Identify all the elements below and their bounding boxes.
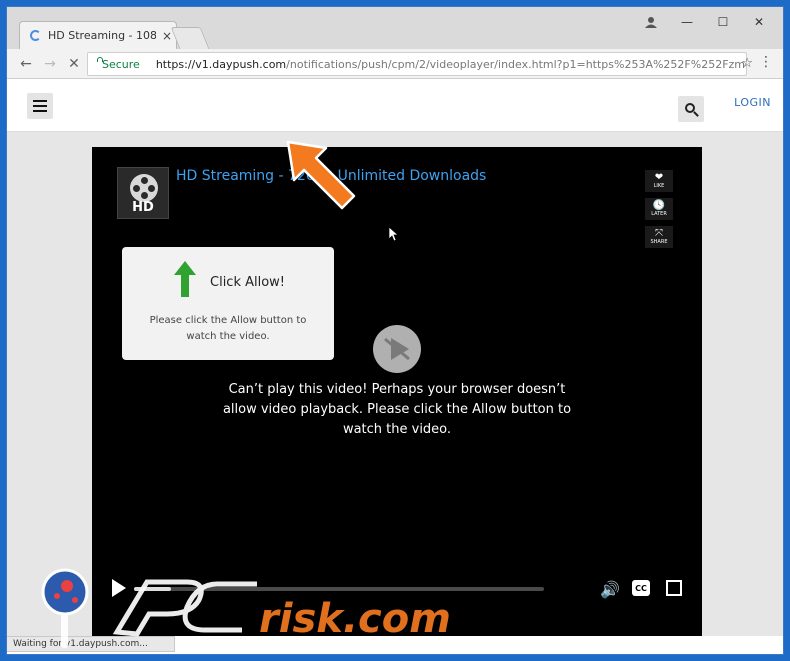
bookmark-star-icon[interactable]: ☆ <box>741 56 753 71</box>
svg-text:risk.com: risk.com <box>259 596 451 642</box>
maximize-button[interactable]: ☐ <box>705 11 741 33</box>
hd-label: HD <box>132 200 154 215</box>
allow-title: Click Allow! <box>210 275 286 290</box>
url-host: https://v1.daypush.com <box>155 57 287 71</box>
pcrisk-logo-watermark: risk.com <box>41 568 451 648</box>
minimize-button[interactable]: — <box>669 11 705 33</box>
window-controls: — ☐ ✕ <box>633 11 777 33</box>
allow-description: Please click the Allow button to watch t… <box>149 315 307 342</box>
login-link[interactable]: LOGIN <box>734 96 771 109</box>
clock-icon: 🕓 <box>652 200 666 211</box>
share-label: SHARE <box>650 239 668 245</box>
profile-icon[interactable] <box>633 11 669 33</box>
tab-title: HD Streaming - 1080 - Unlimited Download… <box>48 29 156 42</box>
tab-strip: HD Streaming - 1080 - Unlimited Download… <box>7 7 783 49</box>
tab-close-icon[interactable]: × <box>162 29 172 43</box>
browser-menu-icon[interactable]: ⋮ <box>759 54 773 70</box>
volume-icon[interactable]: 🔊 <box>600 580 620 599</box>
address-bar[interactable]: Secure https://v1.daypush.com/notificati… <box>87 52 747 76</box>
page-content: LOGIN HD HD Streaming - 720p - Unlimited… <box>7 80 783 636</box>
heart-icon: ❤ <box>654 172 664 183</box>
like-label: LIKE <box>653 183 665 189</box>
browser-toolbar: ← → ✕ Secure https://v1.daypush.com/noti… <box>7 49 783 79</box>
url-path: /notifications/push/cpm/2/videoplayer/in… <box>286 57 747 71</box>
watch-later-button[interactable]: 🕓 LATER <box>645 198 673 220</box>
site-header: LOGIN <box>7 80 783 132</box>
stop-loading-icon[interactable]: ✕ <box>63 53 85 75</box>
share-icon: ⤧ <box>655 228 663 239</box>
back-arrow-icon[interactable]: ← <box>15 53 37 75</box>
orange-annotation-arrow-icon <box>286 140 356 210</box>
film-reel-icon <box>130 174 158 202</box>
green-arrow-up-icon <box>174 261 196 297</box>
hamburger-menu-button[interactable] <box>27 93 53 119</box>
mouse-cursor-icon <box>389 227 399 241</box>
secure-label: Secure <box>102 57 140 71</box>
close-window-button[interactable]: ✕ <box>741 11 777 33</box>
browser-window: HD Streaming - 1080 - Unlimited Download… <box>6 6 784 655</box>
forward-arrow-icon[interactable]: → <box>39 53 61 75</box>
search-icon <box>684 102 695 113</box>
click-allow-prompt: Click Allow! Please click the Allow butt… <box>122 247 334 360</box>
share-button[interactable]: ⤧ SHARE <box>645 226 673 248</box>
playback-error-message: Can’t play this video! Perhaps your brow… <box>222 382 572 437</box>
player-side-actions: ❤ LIKE 🕓 LATER ⤧ SHARE <box>645 170 673 248</box>
later-label: LATER <box>651 211 667 217</box>
fullscreen-icon[interactable] <box>666 580 682 596</box>
loading-spinner-icon <box>30 30 41 41</box>
closed-captions-button[interactable]: CC <box>632 580 650 596</box>
site-search-button[interactable] <box>678 96 704 122</box>
disabled-play-icon[interactable] <box>373 325 421 373</box>
like-button[interactable]: ❤ LIKE <box>645 170 673 192</box>
channel-thumbnail: HD <box>117 167 169 219</box>
browser-tab[interactable]: HD Streaming - 1080 - Unlimited Download… <box>19 21 177 49</box>
